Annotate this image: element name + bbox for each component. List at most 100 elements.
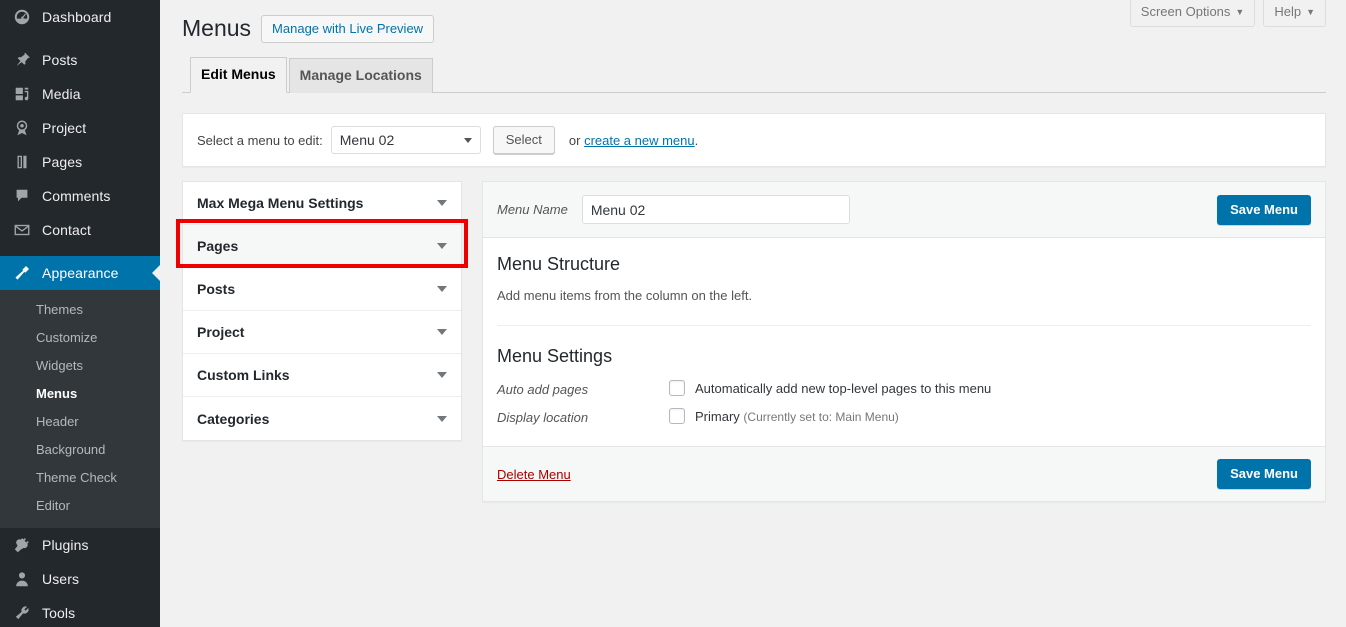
sidebar-item-media[interactable]: Media <box>0 77 160 111</box>
menu-editor-body: Menu Structure Add menu items from the c… <box>483 238 1325 446</box>
auto-add-pages-row: Auto add pages Automatically add new top… <box>497 380 1311 398</box>
sidebar-item-dashboard[interactable]: Dashboard <box>0 0 160 34</box>
accordion-item-project[interactable]: Project <box>183 311 461 354</box>
email-icon <box>12 220 32 240</box>
screen-options-label: Screen Options <box>1141 4 1231 19</box>
menu-editor-column: Menu Name Save Menu Menu Structure Add m… <box>482 181 1326 502</box>
media-icon <box>12 84 32 104</box>
save-menu-button-top[interactable]: Save Menu <box>1217 195 1311 225</box>
create-menu-text: or create a new menu. <box>569 133 698 148</box>
editor-columns: Max Mega Menu Settings Pages Posts Proje… <box>182 181 1326 502</box>
display-location-label: Display location <box>497 408 669 426</box>
menu-settings-block: Menu Settings Auto add pages Automatical… <box>497 326 1311 446</box>
page-title: Menus <box>182 14 261 43</box>
chevron-down-icon <box>437 243 447 249</box>
accordion-item-label: Custom Links <box>197 367 437 383</box>
submenu-item-header[interactable]: Header <box>0 408 160 436</box>
accordion-item-pages[interactable]: Pages <box>183 225 461 268</box>
save-menu-button-bottom[interactable]: Save Menu <box>1217 459 1311 489</box>
sidebar-item-label: Pages <box>42 154 82 170</box>
sidebar-item-label: Dashboard <box>42 9 111 25</box>
help-button[interactable]: Help ▼ <box>1263 0 1326 27</box>
select-menu-bar: Select a menu to edit: Menu 02 Select or… <box>182 113 1326 167</box>
sidebar-item-comments[interactable]: Comments <box>0 179 160 213</box>
auto-add-pages-checkbox[interactable] <box>669 380 685 396</box>
sidebar-item-pages[interactable]: Pages <box>0 145 160 179</box>
menu-structure-hint: Add menu items from the column on the le… <box>497 288 1311 303</box>
accordion-item-categories[interactable]: Categories <box>183 397 461 440</box>
sidebar-item-label: Comments <box>42 188 110 204</box>
sidebar-item-contact[interactable]: Contact <box>0 213 160 247</box>
help-label: Help <box>1274 4 1301 19</box>
create-new-menu-link[interactable]: create a new menu <box>584 133 695 148</box>
or-suffix: . <box>695 133 699 148</box>
menu-editor-footer: Delete Menu Save Menu <box>483 446 1325 501</box>
sidebar-item-label: Appearance <box>42 265 119 281</box>
comment-icon <box>12 186 32 206</box>
submenu-item-widgets[interactable]: Widgets <box>0 352 160 380</box>
accordion-item-max-mega-menu-settings[interactable]: Max Mega Menu Settings <box>183 182 461 225</box>
display-location-row: Display location Primary (Currently set … <box>497 408 1311 426</box>
add-items-accordion: Max Mega Menu Settings Pages Posts Proje… <box>182 181 462 441</box>
sidebar-item-plugins[interactable]: Plugins <box>0 528 160 562</box>
chevron-down-icon <box>464 138 472 143</box>
display-location-text: Primary (Currently set to: Main Menu) <box>695 408 899 426</box>
display-location-note: (Currently set to: Main Menu) <box>743 410 898 424</box>
submenu-item-menus[interactable]: Menus <box>0 380 160 408</box>
dashboard-icon <box>12 7 32 27</box>
sidebar-item-project[interactable]: Project <box>0 111 160 145</box>
accordion-item-custom-links[interactable]: Custom Links <box>183 354 461 397</box>
auto-add-pages-label: Auto add pages <box>497 380 669 398</box>
auto-add-pages-text: Automatically add new top-level pages to… <box>695 380 991 397</box>
or-prefix: or <box>569 133 584 148</box>
chevron-down-icon <box>437 372 447 378</box>
accordion-item-posts[interactable]: Posts <box>183 268 461 311</box>
pin-icon <box>12 50 32 70</box>
menu-structure-title: Menu Structure <box>497 252 1311 276</box>
manage-with-live-preview-button[interactable]: Manage with Live Preview <box>261 15 434 43</box>
wrench-icon <box>12 603 32 623</box>
menu-name-input[interactable] <box>582 195 850 224</box>
main-content: Screen Options ▼ Help ▼ Menus Manage with … <box>160 0 1346 627</box>
accordion-item-label: Categories <box>197 411 437 427</box>
chevron-down-icon <box>437 286 447 292</box>
chevron-down-icon <box>437 329 447 335</box>
select-menu-label: Select a menu to edit: <box>197 133 323 148</box>
menu-name-label: Menu Name <box>497 202 568 217</box>
submenu-item-theme-check[interactable]: Theme Check <box>0 464 160 492</box>
menu-select-value: Menu 02 <box>340 132 394 148</box>
display-location-primary-label: Primary <box>695 409 740 424</box>
sidebar-item-tools[interactable]: Tools <box>0 596 160 627</box>
delete-menu-link[interactable]: Delete Menu <box>497 467 571 482</box>
sidebar-item-label: Plugins <box>42 537 89 553</box>
sidebar-item-posts[interactable]: Posts <box>0 43 160 77</box>
wordpress-admin-screen: Dashboard Posts Media Project Pages <box>0 0 1346 627</box>
sidebar-item-label: Posts <box>42 52 78 68</box>
menu-name-row: Menu Name Save Menu <box>483 182 1325 238</box>
tab-manage-locations[interactable]: Manage Locations <box>289 58 433 93</box>
sidebar-item-label: Media <box>42 86 81 102</box>
sidebar-item-label: Tools <box>42 605 75 621</box>
sidebar-item-appearance[interactable]: Appearance <box>0 256 160 290</box>
screen-options-button[interactable]: Screen Options ▼ <box>1130 0 1256 27</box>
sidebar-item-label: Contact <box>42 222 91 238</box>
chevron-down-icon: ▼ <box>1235 7 1244 17</box>
submenu-item-background[interactable]: Background <box>0 436 160 464</box>
menu-editor-panel: Menu Name Save Menu Menu Structure Add m… <box>482 181 1326 502</box>
submenu-item-customize[interactable]: Customize <box>0 324 160 352</box>
submenu-item-themes[interactable]: Themes <box>0 296 160 324</box>
pages-icon <box>12 152 32 172</box>
select-button[interactable]: Select <box>493 126 555 154</box>
plug-icon <box>12 535 32 555</box>
sidebar-item-users[interactable]: Users <box>0 562 160 596</box>
submenu-item-editor[interactable]: Editor <box>0 492 160 520</box>
menu-select-dropdown[interactable]: Menu 02 <box>331 126 481 154</box>
tab-bar: Edit Menus Manage Locations <box>182 59 1326 93</box>
accordion-item-label: Project <box>197 324 437 340</box>
tab-edit-menus[interactable]: Edit Menus <box>190 57 287 93</box>
display-location-checkbox[interactable] <box>669 408 685 424</box>
appearance-submenu: Themes Customize Widgets Menus Header Ba… <box>0 290 160 528</box>
screen-meta-links: Screen Options ▼ Help ▼ <box>1122 0 1326 27</box>
accordion-item-label: Max Mega Menu Settings <box>197 195 437 211</box>
chevron-down-icon: ▼ <box>1306 7 1315 17</box>
